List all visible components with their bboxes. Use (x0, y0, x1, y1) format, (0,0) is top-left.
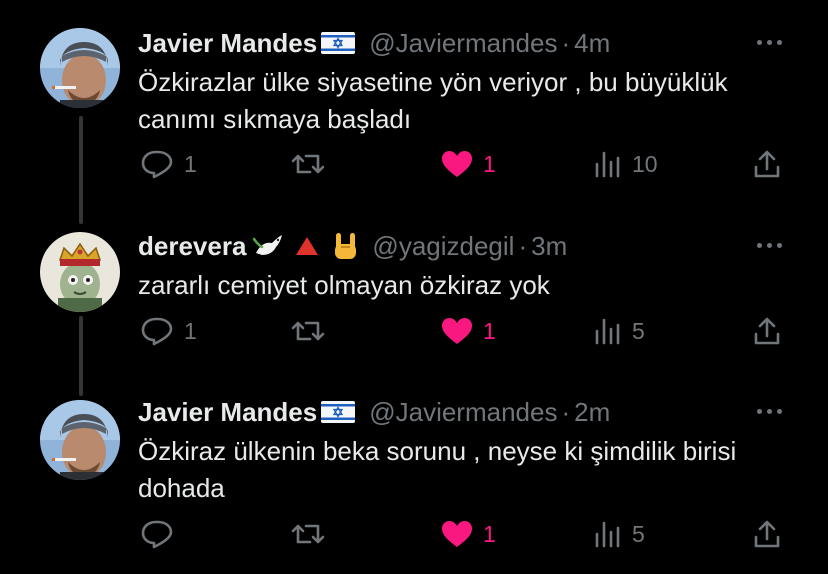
more-options-icon[interactable] (754, 34, 784, 50)
tweet-text: zararlı cemiyet olmayan özkiraz yok (138, 270, 550, 300)
views-icon (595, 521, 620, 548)
rock-hand-emoji-icon (335, 233, 357, 259)
views-button[interactable]: 5 (594, 514, 645, 554)
heart-filled-icon (442, 318, 472, 344)
views-button[interactable]: 5 (594, 311, 645, 351)
israel-flag-icon (321, 401, 356, 423)
like-button[interactable]: 1 (441, 514, 496, 554)
like-count: 1 (483, 150, 496, 177)
reply-icon (141, 520, 173, 549)
like-count: 1 (483, 317, 496, 344)
reply-count: 1 (184, 317, 197, 344)
views-icon (595, 151, 620, 178)
heart-filled-icon (442, 521, 472, 547)
more-options-icon[interactable] (754, 237, 784, 253)
separator-dot: · (518, 230, 528, 261)
reply-button[interactable] (140, 514, 184, 554)
reply-icon (141, 317, 173, 346)
avatar[interactable] (40, 400, 120, 480)
like-count: 1 (483, 520, 496, 547)
separator-dot: · (561, 27, 571, 58)
tweet-text: Özkirazlar ülke siyasetine yön veriyor ,… (138, 67, 728, 134)
separator-dot: · (561, 396, 571, 427)
avatar[interactable] (40, 28, 120, 108)
like-button[interactable]: 1 (441, 311, 496, 351)
share-button[interactable] (752, 514, 782, 554)
author-name[interactable]: Javier Mandes (138, 28, 317, 59)
views-count: 5 (632, 520, 645, 547)
retweet-button[interactable] (290, 311, 336, 351)
retweet-icon (291, 154, 325, 174)
action-bar: 1 5 (0, 514, 828, 554)
israel-flag-icon (321, 32, 356, 54)
author-handle[interactable]: @Javiermandes (369, 28, 557, 59)
retweet-button[interactable] (290, 514, 336, 554)
action-bar: 1 1 10 (0, 144, 828, 184)
tweet-header: derevera @yagizdegil · 3m (138, 229, 567, 263)
heart-filled-icon (442, 151, 472, 177)
tweet[interactable]: Javier Mandes @Javiermandes · 2m Özkiraz… (0, 395, 828, 565)
retweet-icon (291, 524, 325, 544)
share-button[interactable] (752, 311, 782, 351)
author-name[interactable]: derevera (138, 231, 246, 262)
retweet-icon (291, 321, 325, 341)
retweet-button[interactable] (290, 144, 336, 184)
tweet-text: Özkiraz ülkenin beka sorunu , neyse ki ş… (138, 436, 737, 503)
tweet-header: Javier Mandes @Javiermandes · 4m (138, 26, 610, 60)
share-button[interactable] (752, 144, 782, 184)
dove-emoji-icon (253, 235, 283, 255)
share-icon (754, 317, 780, 345)
tweet-header: Javier Mandes @Javiermandes · 2m (138, 395, 610, 429)
tweet[interactable]: Javier Mandes @Javiermandes · 4m Özkiraz… (0, 26, 828, 196)
red-triangle-emoji-icon (296, 237, 319, 255)
reply-button[interactable]: 1 (140, 311, 197, 351)
reply-button[interactable]: 1 (140, 144, 197, 184)
timestamp[interactable]: 2m (574, 397, 610, 428)
author-handle[interactable]: @yagizdegil (372, 231, 514, 262)
avatar[interactable] (40, 232, 120, 312)
views-icon (595, 318, 620, 345)
reply-count: 1 (184, 150, 197, 177)
timestamp[interactable]: 4m (574, 28, 610, 59)
views-count: 5 (632, 317, 645, 344)
views-count: 10 (632, 150, 658, 177)
timestamp[interactable]: 3m (531, 231, 567, 262)
author-handle[interactable]: @Javiermandes (369, 397, 557, 428)
tweet[interactable]: derevera @yagizdegil · 3m zararlı cemiye… (0, 229, 828, 369)
more-options-icon[interactable] (754, 403, 784, 419)
reply-icon (141, 150, 173, 179)
like-button[interactable]: 1 (441, 144, 496, 184)
share-icon (754, 150, 780, 178)
share-icon (754, 520, 780, 548)
author-name[interactable]: Javier Mandes (138, 397, 317, 428)
views-button[interactable]: 10 (594, 144, 658, 184)
action-bar: 1 1 5 (0, 311, 828, 351)
